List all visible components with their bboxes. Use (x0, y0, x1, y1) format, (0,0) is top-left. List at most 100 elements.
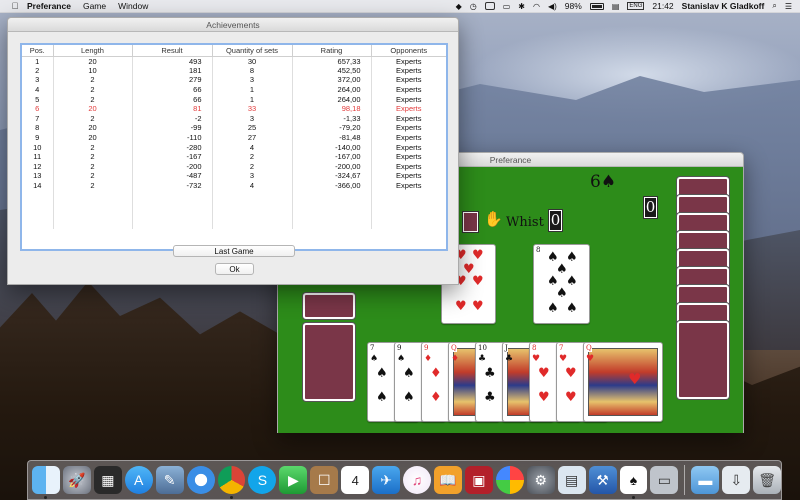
finder-icon[interactable] (32, 466, 60, 499)
mail-icon[interactable]: ✈ (372, 466, 401, 494)
contacts-icon[interactable]: ☐ (310, 466, 339, 494)
column-header-rating[interactable]: Rating (292, 45, 372, 57)
empty-cell (292, 190, 372, 200)
table-row[interactable]: 4 2 66 1 264,00 Experts (22, 84, 446, 95)
folder-icon[interactable]: ▬ (691, 466, 720, 494)
column-header-quantity-of-sets[interactable]: Quantity of sets (212, 45, 293, 57)
table-row[interactable]: 13 2 -487 3 -324,67 Experts (22, 171, 446, 181)
cell-rating: 452,50 (292, 65, 372, 76)
hand-card[interactable]: Q ♥ ♥ (583, 342, 663, 422)
table-row[interactable]: 1 20 493 30 657,33 Experts (22, 56, 446, 66)
wifi-icon[interactable]: ◠ (533, 2, 540, 11)
cell-opponents: Experts (396, 65, 422, 75)
bluetooth-icon[interactable]: ✱ (518, 2, 525, 11)
preview-icon[interactable]: ✎ (155, 466, 184, 494)
cell-rating: -140,00 (292, 142, 372, 152)
xcode-icon[interactable]: ⚒ (588, 466, 617, 494)
facetime-icon[interactable]: ▶ (279, 466, 308, 494)
table-row[interactable]: 10 2 -280 4 -140,00 Experts (22, 142, 446, 152)
menu-app[interactable]: Preferance (27, 1, 71, 11)
table-row[interactable]: 7 2 -2 3 -1,33 Experts (22, 113, 446, 124)
card-suit-icon: ♥ (532, 354, 541, 364)
card-rank: 7 (370, 344, 375, 352)
empty-cell (132, 209, 213, 220)
last-game-button[interactable]: Last Game (173, 245, 295, 257)
table-row[interactable]: 3 2 279 3 372,00 Experts (22, 75, 446, 85)
time-machine-icon[interactable]: ◷ (470, 2, 477, 11)
card-suit-icon: ♠ (370, 354, 379, 364)
chrome-icon[interactable] (217, 466, 246, 499)
cell-quantity-of-sets: 4 (212, 180, 293, 191)
downloads-icon[interactable]: ⇩ (722, 466, 751, 494)
ibooks-icon[interactable]: 📖 (433, 466, 462, 494)
photo-booth-icon[interactable]: ▣ (464, 466, 493, 494)
empty-cell (22, 190, 54, 200)
battery-icon[interactable] (589, 2, 604, 10)
table-row[interactable]: 5 2 66 1 264,00 Experts (22, 94, 446, 104)
card-pip-icon: ♦ (430, 366, 442, 381)
archive-icon[interactable]: ▭ (650, 466, 679, 494)
cell-length: 2 (53, 113, 133, 124)
cell-quantity-of-sets: 25 (212, 123, 293, 133)
empty-row (22, 219, 446, 229)
preview-app-icon[interactable]: ▤ (557, 466, 586, 494)
status-area: ◆ ◷ ▭ ✱ ◠ ◀) 98% ▤ ENG 21:42 Stanislav K… (456, 1, 800, 11)
empty-cell (132, 199, 213, 210)
user-name[interactable]: Stanislav K Gladkoff (682, 1, 765, 11)
opponent-left-card-back (303, 323, 355, 401)
opponent-left-card-back (303, 293, 355, 319)
table-row[interactable]: 11 2 -167 2 -167,00 Experts (22, 151, 446, 162)
volume-icon[interactable]: ◀) (548, 2, 557, 11)
cell-rating: -167,00 (292, 151, 372, 162)
table-row[interactable]: 2 10 181 8 452,50 Experts (22, 65, 446, 76)
flag-icon[interactable]: ▤ (612, 2, 620, 11)
achievements-window: Achievements Pos. Length Result Quantity… (7, 17, 459, 285)
card-pip-icon: ♦ (430, 390, 442, 405)
card-rank: 8 (532, 344, 537, 352)
column-header-result[interactable]: Result (132, 45, 213, 57)
table-row[interactable]: 9 20 -110 27 -81,48 Experts (22, 132, 446, 143)
cast-icon[interactable]: ▭ (503, 2, 511, 11)
launchpad-icon[interactable]: 🚀 (62, 466, 91, 494)
column-header-opponents[interactable]: Opponents (371, 45, 446, 57)
cell-length: 2 (53, 75, 133, 85)
ok-button[interactable]: Ok (215, 263, 254, 275)
table-row[interactable]: 6 20 81 33 98,18 Experts (22, 103, 446, 114)
achievements-title: Achievements (8, 18, 458, 32)
spotlight-search-icon[interactable]: ⌕ (772, 1, 776, 11)
played-card-right[interactable]: 8 ♠ ♠ ♠ ♠ ♠ ♠ ♠ ♠ (533, 244, 590, 324)
apple-menu-icon[interactable]:  (6, 1, 24, 11)
cell-rating: 657,33 (292, 56, 372, 66)
clock[interactable]: 21:42 (652, 1, 673, 11)
table-row[interactable]: 8 20 -99 25 -79,20 Experts (22, 123, 446, 133)
safari-icon[interactable] (186, 466, 215, 494)
table-row[interactable]: 14 2 -732 4 -366,00 Experts (22, 180, 446, 191)
preferance-game-icon[interactable]: ♠ (619, 466, 648, 499)
cell-opponents: Experts (396, 123, 422, 133)
cell-quantity-of-sets: 3 (212, 113, 293, 124)
app-store-icon[interactable]: A (124, 466, 153, 494)
cell-quantity-of-sets: 33 (212, 103, 293, 114)
airplay-icon[interactable] (484, 2, 495, 10)
menu-window[interactable]: Window (118, 1, 148, 11)
trash-icon[interactable]: 🗑 (753, 466, 782, 494)
mission-control-icon[interactable]: ▦ (93, 466, 122, 494)
card-pip-icon: ♥ (538, 390, 550, 405)
calendar-icon[interactable]: 4 (341, 466, 370, 494)
card-pip-icon: ♠ (376, 366, 388, 381)
input-language[interactable]: ENG (627, 2, 645, 10)
itunes-icon[interactable]: ♫ (403, 466, 431, 494)
card-suit-icon: ♦ (451, 354, 460, 364)
notification-center-icon[interactable]: ☰ (785, 2, 792, 11)
cell-quantity-of-sets: 2 (212, 151, 293, 162)
column-header-pos[interactable]: Pos. (22, 45, 54, 57)
table-row[interactable]: 12 2 -200 2 -200,00 Experts (22, 161, 446, 172)
column-header-length[interactable]: Length (53, 45, 133, 57)
photos-icon[interactable] (495, 466, 524, 494)
skype-icon[interactable]: S (248, 466, 277, 494)
menu-game[interactable]: Game (83, 1, 106, 11)
contract-label: 6♠ (590, 172, 617, 192)
empty-cell (53, 190, 133, 200)
system-preferences-icon[interactable]: ⚙ (526, 466, 555, 494)
dropbox-icon[interactable]: ◆ (456, 2, 462, 11)
